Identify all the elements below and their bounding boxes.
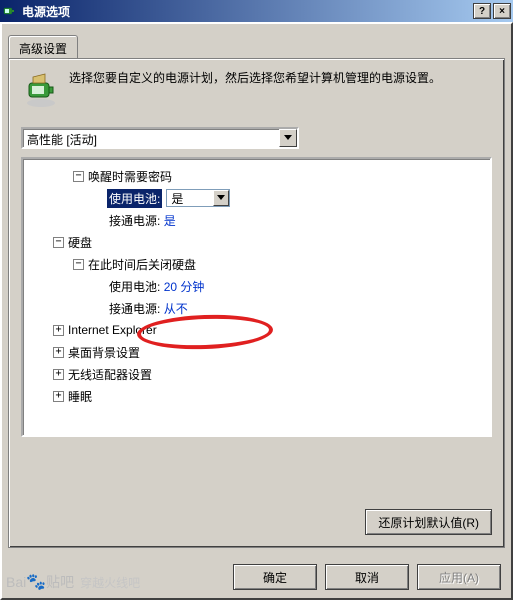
paw-icon: 🐾 (26, 574, 46, 591)
window-title: 电源选项 (22, 3, 471, 20)
intro-text: 选择您要自定义的电源计划，然后选择您希望计算机管理的电源设置。 (69, 69, 441, 109)
apply-button[interactable]: 应用(A) (417, 564, 501, 590)
app-icon (2, 3, 18, 19)
tree-node-hdd[interactable]: − 硬盘 (27, 231, 486, 253)
cancel-button[interactable]: 取消 (325, 564, 409, 590)
tab-advanced-settings[interactable]: 高级设置 (8, 35, 78, 59)
tree-node-hdd-on-battery[interactable]: 使用电池: 20 分钟 (27, 275, 486, 297)
tree-node-desktop-bg[interactable]: + 桌面背景设置 (27, 341, 486, 363)
tree-node-wake-plugged[interactable]: 接通电源: 是 (27, 209, 486, 231)
chevron-down-icon (284, 135, 292, 141)
hdd-on-battery-value[interactable]: 20 分钟 (164, 278, 205, 295)
expand-icon[interactable]: + (53, 347, 64, 358)
plan-selector-value: 高性能 [活动] (23, 129, 279, 147)
watermark: Bai🐾贴吧 穿越火线吧 (6, 572, 140, 592)
power-plan-icon (21, 69, 61, 109)
tree-node-ie[interactable]: + Internet Explorer (27, 319, 486, 341)
plan-selector[interactable]: 高性能 [活动] (21, 127, 299, 149)
help-button[interactable]: ? (473, 3, 491, 19)
wake-on-battery-dropdown[interactable]: 是 (166, 189, 230, 207)
intro-block: 选择您要自定义的电源计划，然后选择您希望计算机管理的电源设置。 (21, 69, 492, 109)
plan-selector-dropdown-button[interactable] (279, 129, 297, 147)
dialog-buttons: 确定 取消 应用(A) (233, 564, 501, 590)
tree-node-hdd-turnoff[interactable]: − 在此时间后关闭硬盘 (27, 253, 486, 275)
tree-node-hdd-plugged[interactable]: 接通电源: 从不 (27, 297, 486, 319)
chevron-down-icon (217, 195, 225, 201)
hdd-plugged-value[interactable]: 从不 (164, 300, 188, 317)
tree-node-wireless[interactable]: + 无线适配器设置 (27, 363, 486, 385)
tree-node-wake-on-battery[interactable]: 使用电池: 是 (27, 187, 486, 209)
settings-tree[interactable]: − 唤醒时需要密码 使用电池: 是 接通电源: 是 (21, 157, 492, 437)
restore-defaults-button[interactable]: 还原计划默认值(R) (365, 509, 492, 535)
expand-icon[interactable]: + (53, 325, 64, 336)
restore-row: 还原计划默认值(R) (365, 509, 492, 535)
tree-node-sleep[interactable]: + 睡眠 (27, 385, 486, 407)
window-body: 高级设置 选择您要自定义的电源计划，然后选择您希望计算机管理的电源设置。 高性能… (0, 22, 513, 600)
ok-button[interactable]: 确定 (233, 564, 317, 590)
collapse-icon[interactable]: − (73, 259, 84, 270)
expand-icon[interactable]: + (53, 369, 64, 380)
watermark-brand: Bai🐾贴吧 (6, 572, 74, 592)
tab-panel: 选择您要自定义的电源计划，然后选择您希望计算机管理的电源设置。 高性能 [活动]… (8, 58, 505, 548)
tab-strip: 高级设置 (8, 34, 505, 58)
collapse-icon[interactable]: − (73, 171, 84, 182)
collapse-icon[interactable]: − (53, 237, 64, 248)
wake-plugged-value[interactable]: 是 (164, 212, 176, 229)
selected-label: 使用电池: (107, 189, 162, 208)
dropdown-button[interactable] (213, 190, 229, 206)
expand-icon[interactable]: + (53, 391, 64, 402)
tree-node-wake-password[interactable]: − 唤醒时需要密码 (27, 165, 486, 187)
watermark-sub: 穿越火线吧 (80, 574, 140, 591)
close-button[interactable]: × (493, 3, 511, 19)
title-bar: 电源选项 ? × (0, 0, 513, 22)
